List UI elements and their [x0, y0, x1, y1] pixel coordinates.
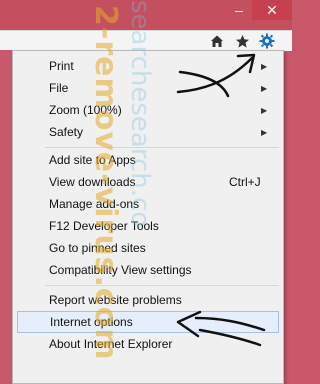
annotation-arrows — [176, 53, 266, 347]
arrow-to-gear-icon — [176, 53, 256, 98]
arrow-to-internet-options-icon — [176, 310, 266, 347]
